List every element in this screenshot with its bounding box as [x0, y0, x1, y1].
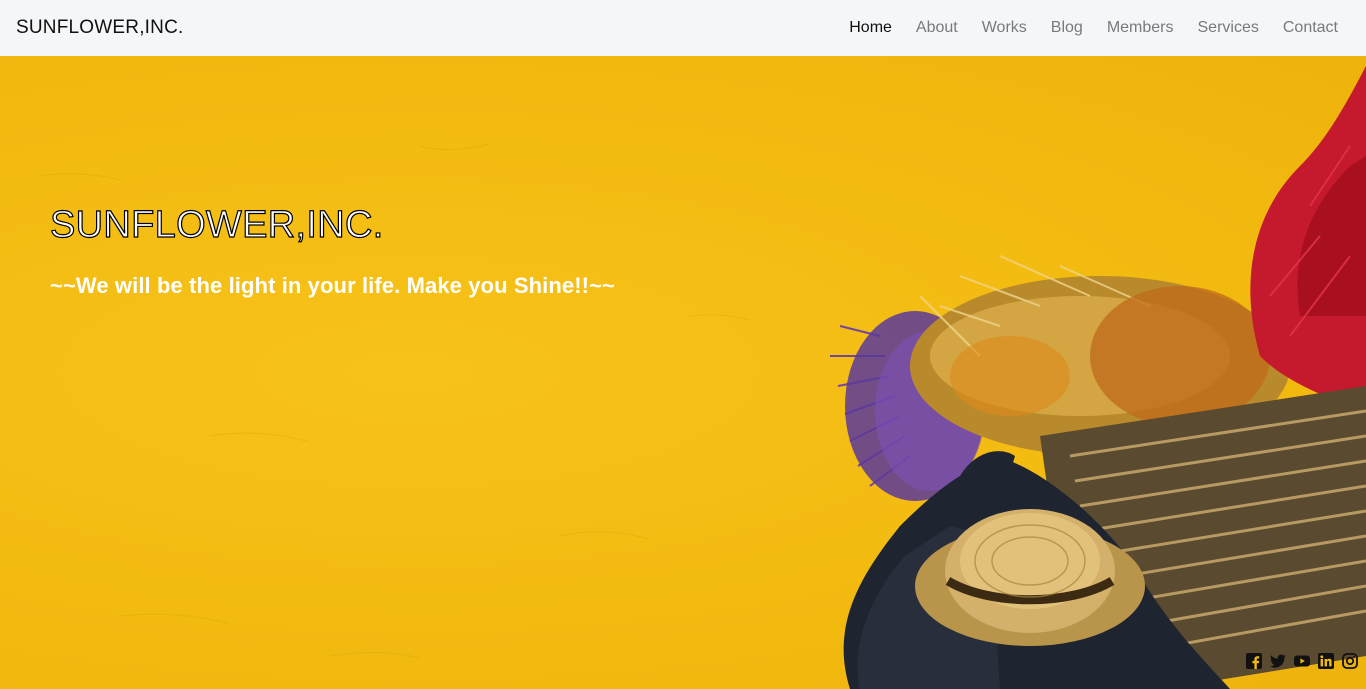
nav-link-works[interactable]: Works — [970, 11, 1039, 45]
twitter-icon[interactable] — [1270, 653, 1286, 669]
social-links — [1246, 653, 1358, 669]
nav-link-services[interactable]: Services — [1186, 11, 1271, 45]
instagram-icon[interactable] — [1342, 653, 1358, 669]
nav-link-blog[interactable]: Blog — [1039, 11, 1095, 45]
hero-title: SUNFLOWER,INC. — [49, 203, 384, 246]
top-navbar: SUNFLOWER,INC. Home About Works Blog Mem… — [0, 0, 1366, 56]
nav-link-members[interactable]: Members — [1095, 11, 1186, 45]
facebook-icon[interactable] — [1246, 653, 1262, 669]
youtube-icon[interactable] — [1294, 653, 1310, 669]
nav-link-about[interactable]: About — [904, 11, 970, 45]
nav-links: Home About Works Blog Members Services C… — [837, 11, 1350, 45]
hero-section: SUNFLOWER,INC. ~~We will be the light in… — [0, 56, 1366, 689]
hero-subtitle: ~~We will be the light in your life. Mak… — [50, 273, 615, 298]
brand-logo-link[interactable]: SUNFLOWER,INC. — [16, 17, 183, 39]
linkedin-icon[interactable] — [1318, 653, 1334, 669]
nav-link-home[interactable]: Home — [837, 11, 904, 45]
nav-link-contact[interactable]: Contact — [1271, 11, 1350, 45]
hero-background-image — [39, 66, 1366, 689]
